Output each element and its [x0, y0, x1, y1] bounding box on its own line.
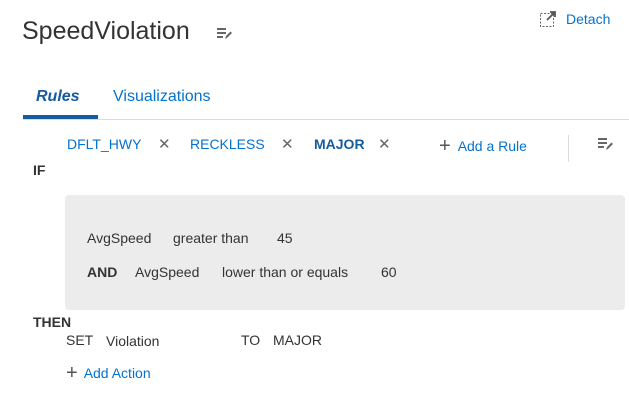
remove-reckless-icon[interactable]: ✕ [281, 135, 294, 153]
set-label: SET [66, 332, 94, 348]
condition-field[interactable]: AvgSpeed [135, 264, 199, 280]
remove-dflt-hwy-icon[interactable]: ✕ [158, 135, 171, 153]
detach-button[interactable]: Detach [540, 8, 610, 30]
add-action-button[interactable]: + Add Action [66, 362, 151, 384]
add-rule-button[interactable]: + Add a Rule [439, 135, 527, 157]
condition-field[interactable]: AvgSpeed [87, 230, 151, 246]
tabs-divider [23, 119, 629, 120]
action-target[interactable]: Violation [106, 333, 159, 349]
rule-chip-dflt-hwy[interactable]: DFLT_HWY [67, 136, 141, 152]
page-title: SpeedViolation [22, 17, 190, 45]
tab-rules[interactable]: Rules [36, 88, 80, 106]
detach-icon [540, 11, 558, 27]
plus-icon: + [66, 362, 78, 384]
remove-major-icon[interactable]: ✕ [378, 135, 391, 153]
add-action-label: Add Action [83, 365, 151, 381]
add-rule-label: Add a Rule [457, 138, 527, 154]
to-label: TO [241, 332, 261, 348]
plus-icon: + [439, 135, 451, 157]
condition-operator[interactable]: lower than or equals [222, 264, 348, 280]
rule-chip-major[interactable]: MAJOR [314, 136, 365, 152]
condition-connector[interactable]: AND [87, 264, 117, 280]
action-value[interactable]: MAJOR [273, 332, 322, 348]
condition-value[interactable]: 60 [381, 264, 397, 280]
then-label: THEN [33, 314, 72, 330]
condition-operator[interactable]: greater than [173, 230, 249, 246]
tab-visualizations[interactable]: Visualizations [113, 88, 211, 106]
condition-value[interactable]: 45 [277, 230, 293, 246]
edit-rule-icon[interactable] [597, 136, 614, 157]
detach-label: Detach [566, 11, 611, 27]
edit-title-icon[interactable] [216, 25, 232, 41]
condition-panel[interactable] [65, 195, 625, 310]
rule-chip-reckless[interactable]: RECKLESS [190, 136, 265, 152]
if-label: IF [33, 162, 46, 178]
toolbar-divider [568, 135, 569, 162]
